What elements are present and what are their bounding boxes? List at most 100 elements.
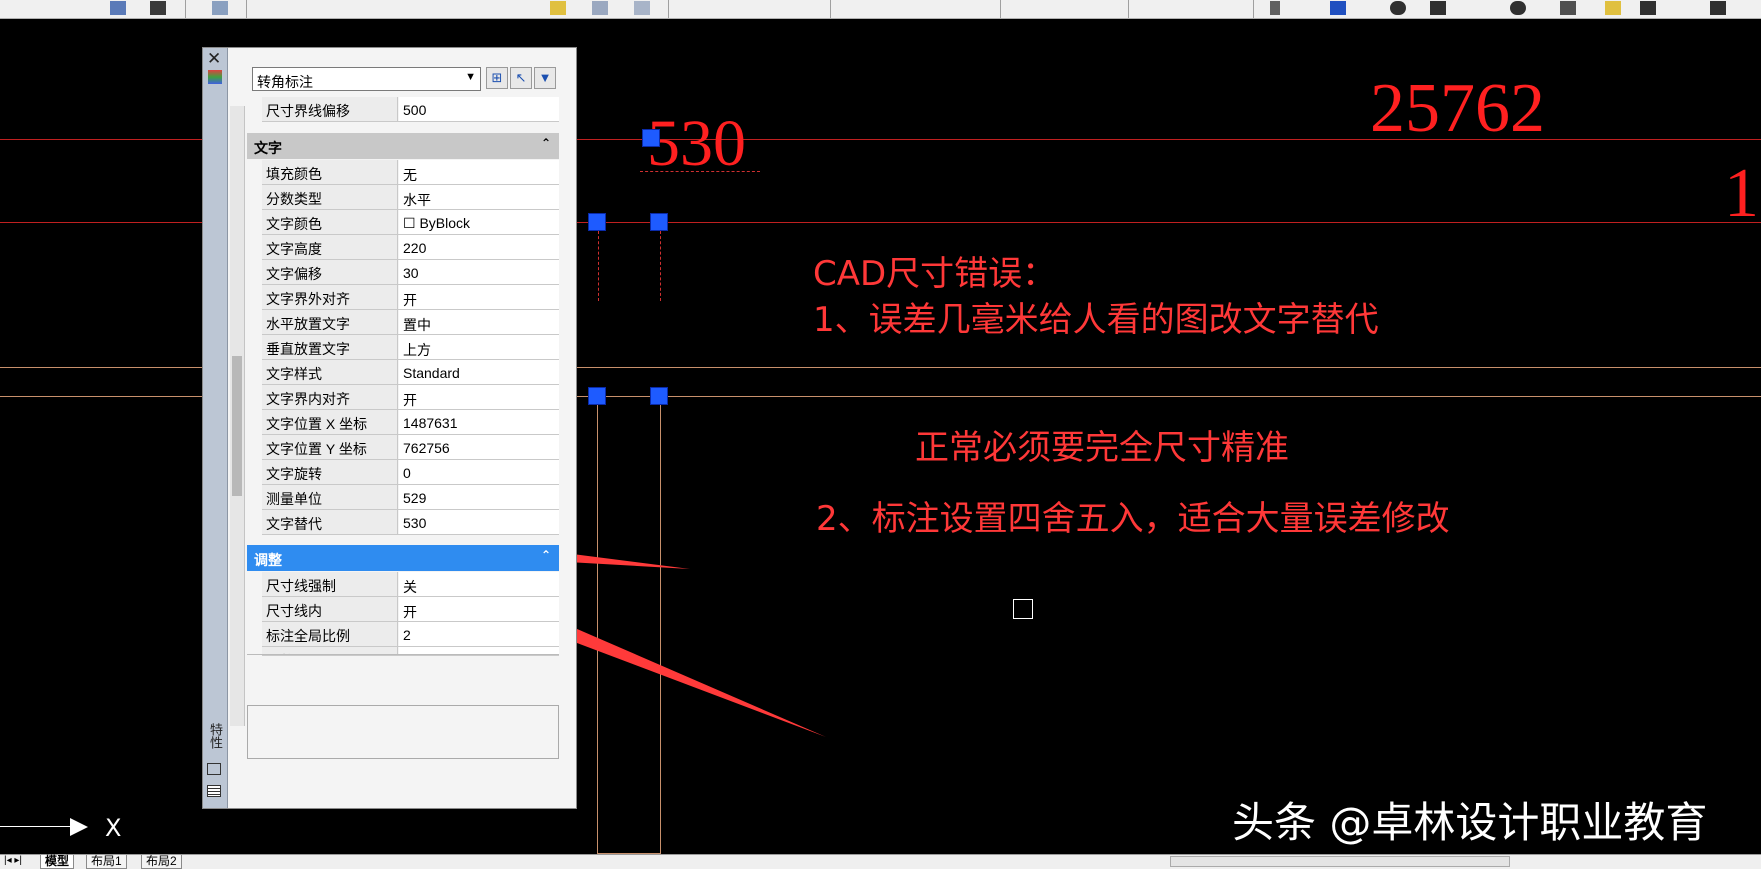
prop-value[interactable]: 关 xyxy=(399,572,559,596)
prop-value[interactable]: 762756 xyxy=(399,435,559,459)
prop-row[interactable]: 垂直放置文字 上方 xyxy=(262,335,559,360)
section-title: 文字 xyxy=(254,140,282,156)
autohide-icon[interactable] xyxy=(207,763,221,775)
snap-icon[interactable] xyxy=(1270,1,1280,15)
prop-row[interactable]: 文字替代 530 xyxy=(262,510,559,535)
object-type-value: 转角标注 xyxy=(257,74,313,90)
rows-clip-edge xyxy=(247,654,559,655)
dimension-icon[interactable] xyxy=(1640,1,1656,15)
prop-row[interactable]: 测量单位 529 xyxy=(262,485,559,510)
palette-title: 特性 xyxy=(208,723,223,749)
prop-value[interactable]: 水平 xyxy=(399,185,559,209)
quick-select-button[interactable]: ▼ xyxy=(534,67,556,89)
section-header-text[interactable]: 文字 ⌃ xyxy=(247,133,559,159)
layer-state-icon[interactable] xyxy=(550,1,566,15)
prop-value[interactable]: 500 xyxy=(399,97,559,121)
prop-key: 尺寸线内 xyxy=(262,597,398,621)
prop-value[interactable]: 530 xyxy=(399,510,559,534)
prop-key: 测量单位 xyxy=(262,485,398,509)
prop-key: 文字颜色 xyxy=(262,210,398,234)
layout-tab-bar: |◂ ▸| 模型 布局1 布局2 xyxy=(0,854,1761,869)
prop-value[interactable]: 置中 xyxy=(399,310,559,334)
circle-tool-icon[interactable] xyxy=(1390,1,1406,15)
object-type-select[interactable]: 转角标注 ▼ xyxy=(252,67,481,91)
palette-scrollbar[interactable] xyxy=(230,106,245,726)
prop-value[interactable]: 2 xyxy=(399,622,559,646)
prop-key: 标注全局比例 xyxy=(262,622,398,646)
toggle-pickadd-button[interactable]: ⊞ xyxy=(486,67,508,89)
prop-row[interactable]: 文字界内对齐开 xyxy=(262,385,559,410)
tab-model[interactable]: 模型 xyxy=(40,855,75,869)
dimension-style-icon[interactable] xyxy=(1710,1,1726,15)
tab-nav-arrows[interactable]: |◂ ▸| xyxy=(4,855,22,866)
prop-key: 尺寸界线偏移 xyxy=(262,97,398,121)
scrollbar-thumb[interactable] xyxy=(232,356,242,496)
prop-row[interactable]: 分数类型 水平 xyxy=(262,185,559,210)
prop-row[interactable]: 文字旋转 0 xyxy=(262,460,559,485)
prop-value[interactable]: 30 xyxy=(399,260,559,284)
properties-menu-icon[interactable] xyxy=(207,785,221,797)
center-mark-icon[interactable] xyxy=(1510,1,1526,15)
prop-row[interactable]: 填充颜色无 xyxy=(262,160,559,185)
palette-options-icon[interactable] xyxy=(208,70,222,84)
text-edit-icon[interactable] xyxy=(1560,1,1576,15)
watermark: 头条 @卓林设计职业教育 xyxy=(1232,798,1708,847)
pencil-icon[interactable] xyxy=(1605,1,1621,15)
prop-row[interactable]: 标注全局比例 2 xyxy=(262,622,559,647)
prop-row[interactable]: 文字偏移 30 xyxy=(262,260,559,285)
select-objects-button[interactable]: ↖ xyxy=(510,67,532,89)
prop-row[interactable]: 文字位置 X 坐标 1487631 xyxy=(262,410,559,435)
properties-palette: ✕ 特性 转角标注 ▼ ⊞ ↖ ▼ 尺寸界线偏移 500 文字 ⌃ 填充颜色无分… xyxy=(202,47,577,809)
dimension-linear-icon[interactable] xyxy=(1330,1,1346,15)
settings-icon[interactable] xyxy=(110,1,126,15)
prop-value[interactable]: 开 xyxy=(399,385,559,409)
section-header-adjust[interactable]: 调整 ⌃ xyxy=(247,545,559,571)
prop-key: 文字旋转 xyxy=(262,460,398,484)
ucs-arrow-icon xyxy=(70,818,88,836)
prop-row[interactable]: 尺寸线强制关 xyxy=(262,572,559,597)
palette-body: 转角标注 ▼ ⊞ ↖ ▼ 尺寸界线偏移 500 文字 ⌃ 填充颜色无分数类型 水平… xyxy=(228,48,576,808)
prop-row[interactable]: 文字样式 Standard xyxy=(262,360,559,385)
prop-value[interactable]: 开 xyxy=(399,597,559,621)
prop-key: 填充颜色 xyxy=(262,160,398,184)
prop-value[interactable]: 529 xyxy=(399,485,559,509)
display-icon[interactable] xyxy=(150,1,166,15)
prop-value[interactable]: 1487631 xyxy=(399,410,559,434)
section-title: 调整 xyxy=(254,552,282,568)
collapse-icon[interactable]: ⌃ xyxy=(541,548,551,562)
palette-title-strip[interactable]: ✕ 特性 xyxy=(203,48,228,808)
prop-key: 文字界外对齐 xyxy=(262,285,398,309)
prop-value[interactable]: 0 xyxy=(399,460,559,484)
prop-key: 文字替代 xyxy=(262,510,398,534)
prop-row[interactable]: 水平放置文字 置中 xyxy=(262,310,559,335)
prop-value[interactable]: 开 xyxy=(399,285,559,309)
layers-icon[interactable] xyxy=(212,1,228,15)
prop-value[interactable]: ☐ ByBlock xyxy=(399,210,559,234)
tab-layout2[interactable]: 布局2 xyxy=(141,855,182,869)
prop-value[interactable]: 无 xyxy=(399,160,559,184)
prop-row[interactable]: 文字颜色 ☐ ByBlock xyxy=(262,210,559,235)
prop-row[interactable]: 尺寸线内开 xyxy=(262,597,559,622)
ribbon-toolbar xyxy=(0,0,1761,19)
prop-value[interactable]: 上方 xyxy=(399,335,559,359)
prop-value[interactable]: Standard xyxy=(399,360,559,384)
layer-stack-icon[interactable] xyxy=(592,1,608,15)
prop-row[interactable]: 文字界外对齐开 xyxy=(262,285,559,310)
prop-key: 水平放置文字 xyxy=(262,310,398,334)
tab-layout1[interactable]: 布局1 xyxy=(86,855,127,869)
prop-value[interactable]: 220 xyxy=(399,235,559,259)
layer-properties-icon[interactable] xyxy=(634,1,650,15)
close-icon[interactable]: ✕ xyxy=(207,49,221,69)
arc-tool-icon[interactable] xyxy=(1430,1,1446,15)
ucs-x-label: X xyxy=(105,814,122,842)
prop-row[interactable]: 文字高度 220 xyxy=(262,235,559,260)
prop-row-extension-offset[interactable]: 尺寸界线偏移 500 xyxy=(262,97,559,122)
collapse-icon[interactable]: ⌃ xyxy=(541,136,551,150)
prop-key: 尺寸线强制 xyxy=(262,572,398,596)
prop-row[interactable]: 文字位置 Y 坐标 762756 xyxy=(262,435,559,460)
prop-key: 文字界内对齐 xyxy=(262,385,398,409)
chevron-down-icon[interactable]: ▼ xyxy=(465,71,476,83)
prop-key: 分数类型 xyxy=(262,185,398,209)
prop-key: 文字位置 Y 坐标 xyxy=(262,435,398,459)
horizontal-scrollbar[interactable] xyxy=(1170,856,1510,867)
